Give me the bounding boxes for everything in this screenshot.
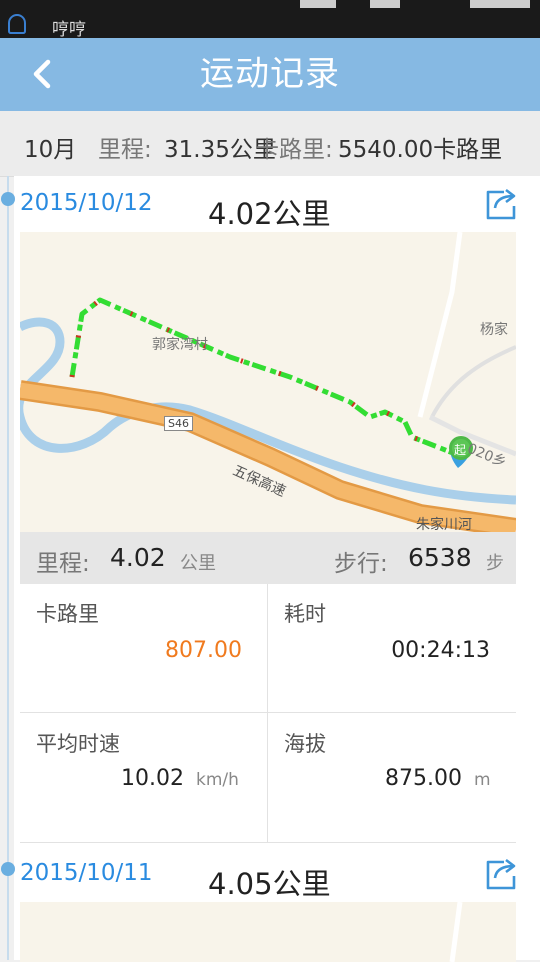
notification-icon [8,14,26,34]
altitude-unit: m [474,770,491,790]
route-map[interactable]: 郭家湾村 杨家 S46 五保高速 020乡 朱家川河 起 [20,232,516,532]
map-label: 杨家 [480,322,508,338]
record-date: 2015/10/11 [20,860,153,886]
avg-speed-value: 10.02 [121,766,184,791]
summary-distance-label: 里程: [98,137,152,163]
map-label: 郭家湾村 [152,337,208,353]
summary-month: 10月 [24,137,77,163]
network-icon [370,0,400,8]
timeline-dot [1,862,15,876]
road [449,902,463,962]
route-path [69,297,459,458]
share-button[interactable] [484,186,518,220]
stats-distance-label: 里程: [36,551,90,577]
stats-distance-unit: 公里 [180,553,216,574]
title-bar: 运动记录 [0,38,540,111]
altitude-label: 海拔 [284,732,326,756]
monthly-summary: 10月 里程: 31.35公里 卡路里: 5540.00卡路里 [0,111,540,177]
road [430,345,516,418]
stats-steps-value: 6538 [408,543,472,572]
avg-speed-unit: km/h [196,770,239,790]
duration-value: 00:24:13 [391,638,490,663]
route-map-graphic [449,902,463,962]
stats-steps-unit: 步 [486,553,504,574]
record-details-grid: 卡路里 807.00 耗时 00:24:13 平均时速 10.02 km/h 海… [20,584,516,843]
record-stats-bar: 里程: 4.02 公里 步行: 6538 步 [20,532,516,584]
record-distance: 4.02公里 [208,197,331,231]
signal-icon [300,0,336,8]
timeline-line [7,176,9,960]
altitude-value: 875.00 [385,766,462,791]
timeline-dot [1,192,15,206]
share-button[interactable] [484,856,518,890]
map-label: 朱家川河 [416,517,472,532]
start-marker-label: 起 [454,443,467,457]
share-icon [486,858,516,890]
summary-calories-value: 5540.00卡路里 [338,137,503,163]
calories-value: 807.00 [165,638,242,663]
grid-divider [267,584,268,842]
map-label: S46 [164,416,193,431]
clock-icon [470,0,530,8]
stats-steps-label: 步行: [334,551,388,577]
duration-label: 耗时 [284,602,326,626]
summary-calories-label: 卡路里: [256,137,333,163]
record-date: 2015/10/12 [20,190,153,216]
stats-distance-value: 4.02 [110,543,166,572]
status-bar: 哼哼 [0,0,540,38]
share-icon [486,188,516,220]
route-slow-segments [69,297,459,458]
page-title: 运动记录 [200,54,340,94]
avg-speed-label: 平均时速 [36,732,120,756]
notification-text: 哼哼 [52,20,86,38]
record-distance: 4.05公里 [208,867,331,901]
route-map[interactable] [20,902,516,962]
calories-label: 卡路里 [36,602,99,626]
grid-divider [20,712,516,713]
